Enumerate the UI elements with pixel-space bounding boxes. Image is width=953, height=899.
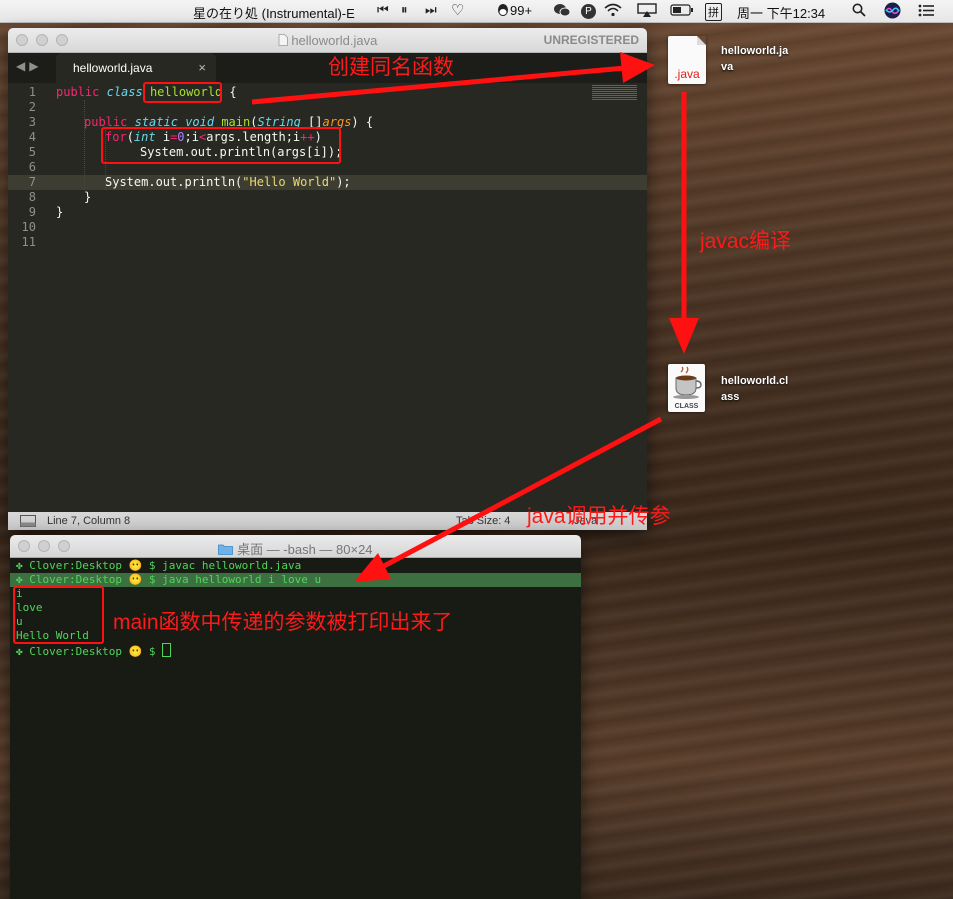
wifi-icon[interactable] <box>604 3 622 20</box>
class-file-icon: CLASS <box>668 364 705 412</box>
code-token: System.out.println( <box>105 175 243 189</box>
class-file-name: helloworld.cl ass <box>721 375 789 403</box>
tab-navigation-arrows-icon[interactable]: ◀▶ <box>16 59 42 73</box>
qq-icon[interactable]: 99+ <box>496 3 532 18</box>
code-token: { <box>222 85 237 99</box>
class-extension-badge: CLASS <box>674 403 699 410</box>
terminal-line-text: Clover:Desktop 😶 $ java helloworld i lov… <box>29 573 322 586</box>
battery-icon[interactable] <box>670 3 694 18</box>
code-line-9: } <box>56 205 63 220</box>
siri-icon[interactable] <box>884 2 901 22</box>
line-number: 3 <box>28 115 36 129</box>
page-corner-fold <box>697 36 706 45</box>
highlight-for-loop-box <box>101 127 341 164</box>
qq-unread-count: 99+ <box>510 3 533 18</box>
coffee-cup-icon <box>673 366 702 399</box>
code-line-8: } <box>84 190 91 205</box>
terminal-title-bar: 桌面 — -bash — 80×24 <box>10 535 581 558</box>
keyword: class <box>106 85 143 99</box>
cursor-position: Line 7, Column 8 <box>47 515 131 527</box>
clover-icon: ✤ <box>16 573 23 586</box>
line-number: 10 <box>21 220 36 234</box>
line-number: 7 <box>28 175 36 189</box>
annotation-create-class: 创建同名函数 <box>328 56 454 79</box>
annotation-java-invoke: java调用并传参 <box>527 505 671 528</box>
airplay-icon[interactable] <box>637 3 657 20</box>
heart-icon[interactable]: ♡ <box>451 1 464 19</box>
code-token: } <box>84 190 92 204</box>
keyword: public <box>56 85 100 99</box>
code-token: } <box>56 205 64 219</box>
code-line-7: System.out.println("Hello World"); <box>105 175 351 190</box>
terminal-cursor <box>162 643 172 657</box>
annotation-javac-compile: javac编译 <box>700 230 792 253</box>
terminal-line-text: Clover:Desktop 😶 $ javac helloworld.java <box>29 559 302 572</box>
line-number: 4 <box>28 130 36 144</box>
tab-label: helloworld.java <box>73 61 153 75</box>
tab-helloworld-java[interactable]: helloworld.java × <box>56 53 216 83</box>
pause-icon[interactable]: ⏸ <box>401 2 408 18</box>
terminal-prompt-line: ✤ Clover:Desktop 😶 $ <box>16 643 172 659</box>
wechat-icon[interactable] <box>553 3 571 20</box>
previous-track-icon[interactable]: ⏮ <box>377 2 389 18</box>
p-badge-icon[interactable]: P <box>581 4 596 19</box>
terminal-window-title: 桌面 — -bash — 80×24 <box>10 539 581 558</box>
folder-icon <box>218 544 234 555</box>
annotation-output-explanation: main函数中传递的参数被打印出来了 <box>113 611 453 634</box>
line-number: 9 <box>28 205 36 219</box>
input-method-icon[interactable]: 拼 <box>705 3 722 21</box>
close-tab-icon[interactable]: × <box>198 60 206 75</box>
clock[interactable]: 周一 下午12:34 <box>737 3 825 22</box>
menu-bar: 星の在り処 (Instrumental)-E ⏮ ⏸ ⏭ ♡ 99+ P 拼 周… <box>0 0 953 23</box>
line-number: 2 <box>28 100 36 114</box>
java-file-icon: .java <box>668 36 706 84</box>
now-playing-title[interactable]: 星の在り処 (Instrumental)-E <box>193 3 361 22</box>
panel-toggle-icon[interactable] <box>20 515 36 530</box>
editor-title-bar: helloworld.java UNREGISTERED <box>8 28 647 53</box>
spotlight-search-icon[interactable] <box>852 3 866 20</box>
line-number: 5 <box>28 145 36 159</box>
java-file-name: helloworld.ja va <box>721 45 789 73</box>
clover-icon: ✤ <box>16 645 23 658</box>
highlight-output-box <box>13 586 104 644</box>
line-number: 1 <box>28 85 36 99</box>
arrowhead <box>669 318 699 354</box>
string-literal: "Hello World" <box>242 175 337 189</box>
clover-icon: ✤ <box>16 559 23 572</box>
indent-guide <box>84 100 86 190</box>
editor-window-title-text: helloworld.java <box>291 33 378 48</box>
code-token: ); <box>336 175 351 189</box>
highlight-class-name-box <box>143 82 222 103</box>
terminal-window-title-text: 桌面 — -bash — 80×24 <box>237 542 373 557</box>
document-icon <box>278 34 288 46</box>
next-track-icon[interactable]: ⏭ <box>425 2 437 18</box>
sublime-text-window: helloworld.java UNREGISTERED ◀▶ hellowor… <box>8 28 647 530</box>
code-token: ) { <box>351 115 374 129</box>
minimap[interactable] <box>592 85 637 101</box>
terminal-line-text: Clover:Desktop 😶 $ <box>29 645 163 658</box>
line-number: 11 <box>21 235 36 249</box>
java-extension-badge: .java <box>674 67 700 81</box>
tab-size-selector[interactable]: Tab Size: 4 <box>456 515 510 527</box>
line-number: 8 <box>28 190 36 204</box>
unregistered-label: UNREGISTERED <box>543 33 639 47</box>
terminal-line: ✤ Clover:Desktop 😶 $ java helloworld i l… <box>10 573 581 587</box>
notification-center-icon[interactable] <box>918 4 934 20</box>
line-number: 6 <box>28 160 36 174</box>
terminal-line: ✤ Clover:Desktop 😶 $ javac helloworld.ja… <box>16 559 301 573</box>
